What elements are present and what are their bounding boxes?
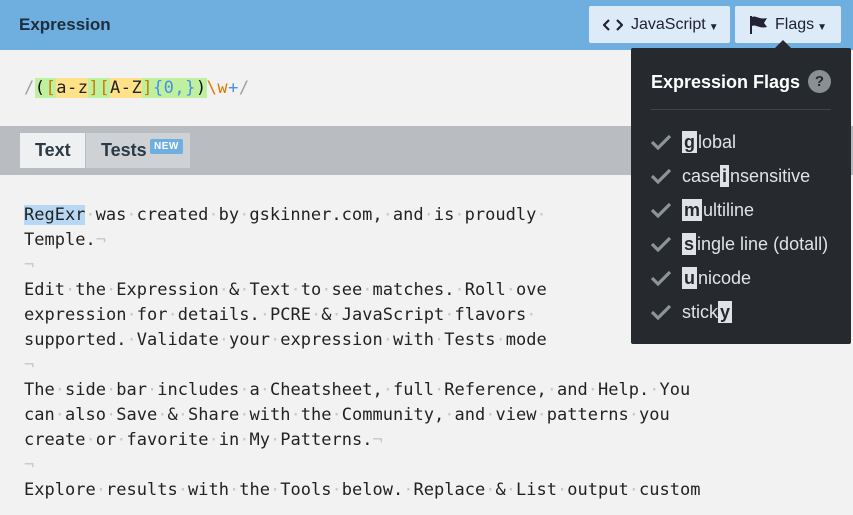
flag-key: y bbox=[718, 301, 733, 323]
help-icon[interactable]: ? bbox=[808, 70, 831, 93]
help-label: ? bbox=[814, 73, 825, 90]
flag-icon bbox=[749, 15, 769, 35]
flag-option[interactable]: s ingle line (dotall) bbox=[650, 232, 828, 256]
check-icon bbox=[650, 202, 682, 218]
text-line[interactable]: create·or·favorite·in·My·Patterns.¬ bbox=[24, 428, 701, 453]
text-line[interactable]: Edit·the·Expression·&·Text·to·see·matche… bbox=[24, 278, 701, 303]
check-icon bbox=[650, 236, 682, 252]
text-line[interactable]: ¬ bbox=[24, 253, 701, 278]
new-badge: NEW bbox=[150, 139, 183, 154]
match-highlight[interactable]: RegExr bbox=[24, 205, 86, 225]
text-line[interactable]: Explore·results·with·the·Tools·below.·Re… bbox=[24, 478, 701, 503]
flag-option[interactable]: g lobal bbox=[650, 130, 736, 154]
text-line[interactable]: RegExr·was·created·by·gskinner.com,·and·… bbox=[24, 203, 701, 228]
flags-button[interactable]: Flags ▼ bbox=[735, 6, 841, 43]
flavor-button-label: JavaScript bbox=[631, 15, 706, 33]
flags-dropdown: Expression Flags ? g lobal case i nsensitiv… bbox=[631, 40, 851, 344]
flag-label-suffix: nsensitive bbox=[730, 165, 811, 186]
text-line[interactable]: The·side·bar·includes·a·Cheatsheet,·full… bbox=[24, 378, 701, 403]
flag-option[interactable]: case i nsensitive bbox=[650, 164, 810, 188]
set-open-token: [ bbox=[99, 78, 110, 98]
chevron-down-icon: ▼ bbox=[817, 21, 828, 33]
flags-button-label: Flags bbox=[775, 15, 815, 33]
plus-quantifier-token: + bbox=[228, 78, 239, 98]
expression-delimiter: / bbox=[238, 78, 250, 98]
tab-text-label: Text bbox=[35, 140, 71, 160]
flag-option[interactable]: m ultiline bbox=[650, 198, 754, 222]
flag-key: s bbox=[682, 233, 697, 255]
text-line[interactable]: supported.·Validate·your·expression·with… bbox=[24, 328, 701, 353]
flag-option[interactable]: stick y bbox=[650, 300, 733, 324]
text-line[interactable]: ¬ bbox=[24, 453, 701, 478]
flag-label-prefix: stick bbox=[682, 301, 718, 322]
tab-tests-label: Tests bbox=[101, 140, 147, 160]
flag-label-suffix: ingle line (dotall) bbox=[697, 233, 829, 254]
expression-text[interactable]: / ( [ a-z ] [ A-Z ] {0,} ) \w + / bbox=[24, 78, 250, 98]
flag-label-suffix: nicode bbox=[698, 267, 752, 288]
text-line[interactable]: can·also·Save·&·Share·with·the·Community… bbox=[24, 403, 701, 428]
text-line[interactable]: Temple.¬ bbox=[24, 228, 701, 253]
flag-key: i bbox=[720, 165, 730, 187]
code-icon bbox=[603, 18, 625, 32]
expression-header: Expression JavaScript ▼ Flags ▼ bbox=[0, 0, 853, 50]
flag-label-suffix: lobal bbox=[698, 131, 737, 152]
word-char-token: \w bbox=[206, 78, 229, 98]
flavor-button[interactable]: JavaScript ▼ bbox=[589, 6, 730, 43]
check-icon bbox=[650, 270, 682, 286]
text-content[interactable]: RegExr·was·created·by·gskinner.com,·and·… bbox=[24, 203, 701, 503]
chevron-down-icon: ▼ bbox=[708, 21, 719, 33]
tab-tests[interactable]: Tests NEW bbox=[86, 133, 190, 168]
set-close-token: ] bbox=[88, 78, 100, 98]
check-icon bbox=[650, 134, 682, 150]
set-close-token: ] bbox=[142, 78, 153, 98]
flag-key: u bbox=[682, 267, 697, 289]
flag-key: m bbox=[682, 199, 703, 221]
divider bbox=[651, 109, 831, 110]
section-title: Expression bbox=[19, 15, 111, 34]
check-icon bbox=[650, 168, 682, 184]
set-range-token: A-Z bbox=[109, 78, 143, 98]
flag-option[interactable]: u nicode bbox=[650, 266, 751, 290]
flags-panel-title: Expression Flags bbox=[651, 72, 801, 92]
text-line[interactable]: ¬ bbox=[24, 353, 701, 378]
group-token: ( bbox=[34, 78, 46, 98]
check-icon bbox=[650, 304, 682, 320]
group-close-token: ) bbox=[195, 78, 207, 98]
set-open-token: [ bbox=[45, 78, 57, 98]
flag-label-suffix: ultiline bbox=[703, 199, 755, 220]
flag-label-prefix: case bbox=[682, 165, 721, 186]
text-line[interactable]: expression·for·details.·PCRE·&·JavaScrip… bbox=[24, 303, 701, 328]
quantifier-token: {0,} bbox=[152, 78, 196, 98]
set-range-token: a-z bbox=[56, 78, 89, 98]
tab-text[interactable]: Text bbox=[20, 133, 85, 168]
expression-delimiter: / bbox=[24, 78, 35, 98]
flag-key: g bbox=[682, 131, 697, 153]
